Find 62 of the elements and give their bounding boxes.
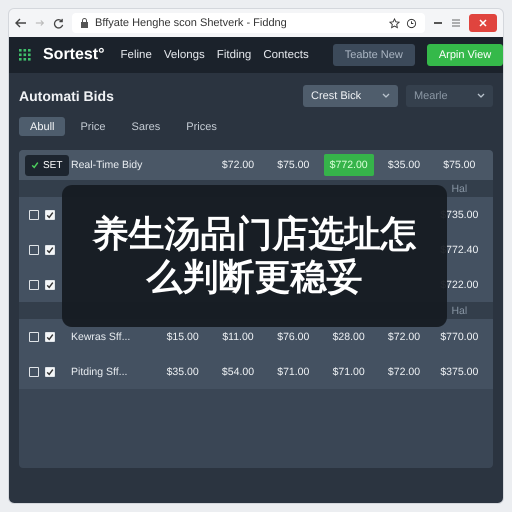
price-cell-text: $72.00 xyxy=(386,366,422,378)
price-cell-text: $72.00 xyxy=(220,159,256,171)
dropdown[interactable]: Crest Bick xyxy=(303,85,398,107)
nav-link[interactable]: Contects xyxy=(263,49,309,61)
checkbox[interactable] xyxy=(45,280,55,290)
price-cell-text: $735.00 xyxy=(439,208,480,220)
checkbox[interactable] xyxy=(29,332,39,342)
checkbox[interactable] xyxy=(29,280,39,290)
checkbox[interactable] xyxy=(45,244,55,254)
dropdown[interactable]: Mearle xyxy=(406,85,493,107)
nav-link[interactable]: Feline xyxy=(120,49,152,61)
price-cell-text: $72.00 xyxy=(386,330,422,342)
page-title: Automati Bids xyxy=(19,88,114,104)
price-cell-text: $35.00 xyxy=(166,366,200,378)
tab[interactable]: Price xyxy=(69,117,117,136)
tab[interactable]: Sares xyxy=(120,117,172,136)
price-cell-text: $71.00 xyxy=(332,366,366,378)
back-icon[interactable] xyxy=(15,17,27,29)
nav-link[interactable]: Velongs xyxy=(164,49,205,61)
price-cell-text: $722.00 xyxy=(439,278,480,290)
row-name: Real-Time Bidy xyxy=(71,159,144,171)
price-cell-text: $772.40 xyxy=(439,244,480,256)
tab[interactable]: Abull xyxy=(19,117,66,136)
nav-link[interactable]: Fitding xyxy=(216,49,252,61)
price-cell-text: $375.00 xyxy=(439,366,480,378)
price-cell-text: $770.00 xyxy=(439,330,480,342)
caption-text: 么判断更稳妥 xyxy=(146,256,362,300)
price-cell-text: $15.00 xyxy=(166,330,200,342)
close-button[interactable] xyxy=(469,14,497,32)
price-cell-text: $71.00 xyxy=(276,366,310,378)
app-logo[interactable]: Sortest° xyxy=(43,46,105,64)
chevron-down-icon xyxy=(477,93,485,99)
price-cell-text: $75.00 xyxy=(276,159,310,171)
menu-icon[interactable] xyxy=(451,18,461,28)
checkbox[interactable] xyxy=(45,366,55,376)
checkbox[interactable] xyxy=(45,210,55,220)
price-cell-text: $35.00 xyxy=(386,159,422,171)
set-badge: SET xyxy=(25,154,69,176)
clock-icon[interactable] xyxy=(406,18,417,28)
checkbox[interactable] xyxy=(29,210,39,220)
grid-logo-icon xyxy=(19,49,31,61)
row-name: Pitding Sff... xyxy=(71,366,128,378)
star-icon[interactable] xyxy=(389,18,400,28)
checkbox[interactable] xyxy=(45,332,55,342)
price-cell-text: $54.00 xyxy=(220,366,256,378)
tab[interactable]: Prices xyxy=(175,117,228,136)
reload-icon[interactable] xyxy=(53,18,64,28)
chevron-down-icon xyxy=(382,93,390,99)
highlighted-price: $772.00 xyxy=(324,154,374,176)
column-label: Hal xyxy=(450,304,468,316)
close-icon xyxy=(479,19,487,27)
secondary-button[interactable]: Teabte New xyxy=(332,44,415,66)
caption-text: 养生汤品门店选址怎 xyxy=(92,212,416,256)
price-cell-text: $11.00 xyxy=(221,330,255,342)
checkbox[interactable] xyxy=(29,366,39,376)
price-cell-text: $28.00 xyxy=(332,330,366,342)
lock-icon xyxy=(80,18,89,28)
row-name: Kewras Sff... xyxy=(71,330,132,342)
price-cell-text: $76.00 xyxy=(276,330,310,342)
price-cell-text: $75.00 xyxy=(442,159,476,171)
column-label: Hal xyxy=(450,182,468,194)
checkbox[interactable] xyxy=(29,244,39,254)
